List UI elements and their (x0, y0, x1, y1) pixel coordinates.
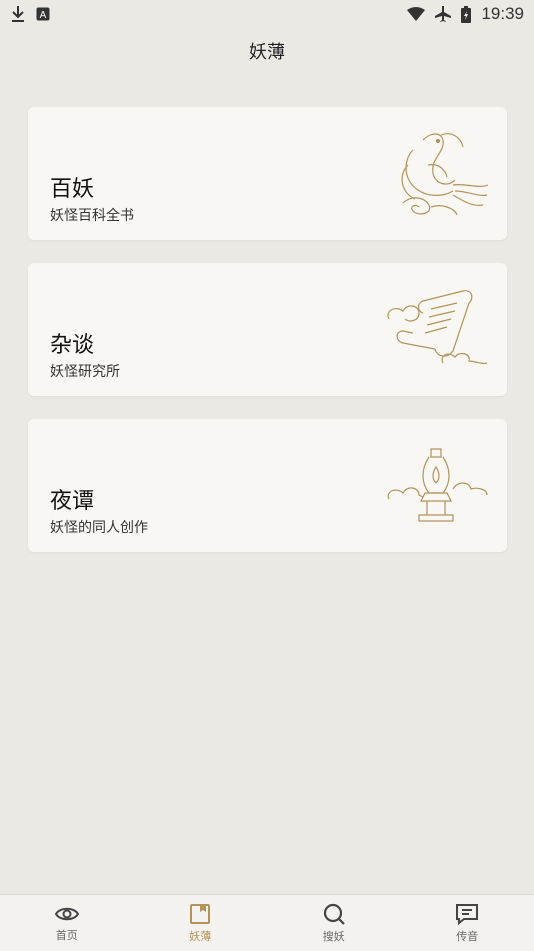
status-bar: A 19:39 (0, 0, 534, 28)
tab-label: 首页 (56, 927, 78, 943)
status-left: A (10, 5, 50, 23)
airplane-icon (435, 6, 451, 22)
page-title: 妖薄 (249, 38, 285, 64)
phoenix-icon (383, 125, 493, 225)
status-right: 19:39 (407, 4, 524, 24)
card-subtitle: 妖怪百科全书 (50, 205, 134, 225)
card-title: 百妖 (50, 171, 94, 203)
card-subtitle: 妖怪研究所 (50, 361, 120, 381)
lamp-icon (383, 437, 493, 537)
bottom-tab-bar: 首页 妖薄 搜妖 传音 (0, 894, 534, 951)
scroll-icon (383, 281, 493, 381)
card-title: 夜谭 (50, 483, 94, 515)
tab-message[interactable]: 传音 (401, 895, 534, 951)
message-icon (454, 902, 480, 926)
tab-label: 搜妖 (323, 928, 345, 944)
download-icon (10, 5, 26, 23)
page-header: 妖薄 (0, 28, 534, 74)
tab-label: 妖薄 (189, 928, 211, 944)
card-title: 杂谈 (50, 327, 94, 359)
card-yetan[interactable]: 夜谭 妖怪的同人创作 (28, 419, 507, 552)
card-baiyao[interactable]: 百妖 妖怪百科全书 (28, 107, 507, 240)
tab-home[interactable]: 首页 (0, 895, 134, 951)
tab-yaobo[interactable]: 妖薄 (134, 895, 268, 951)
text-notification-icon: A (36, 7, 50, 21)
battery-icon (461, 6, 471, 23)
content-area: 百妖 妖怪百科全书 杂谈 妖怪研究所 (0, 74, 534, 894)
book-icon (188, 902, 212, 926)
tab-search[interactable]: 搜妖 (267, 895, 401, 951)
tab-label: 传音 (456, 928, 478, 944)
status-time: 19:39 (481, 4, 524, 24)
card-subtitle: 妖怪的同人创作 (50, 517, 148, 537)
svg-text:A: A (40, 10, 47, 21)
search-icon (322, 902, 346, 926)
eye-icon (54, 903, 80, 925)
wifi-icon (407, 7, 425, 21)
card-zatan[interactable]: 杂谈 妖怪研究所 (28, 263, 507, 396)
